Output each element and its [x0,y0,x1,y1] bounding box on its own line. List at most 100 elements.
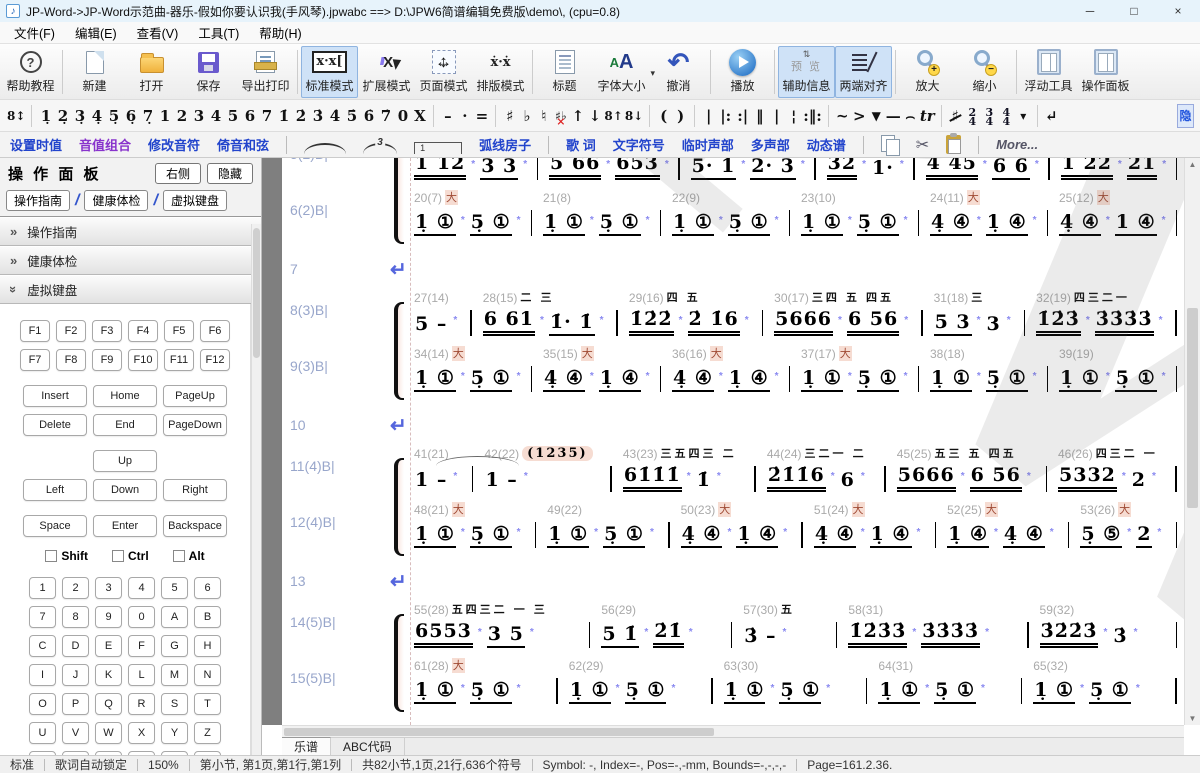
key-f2[interactable]: F2 [56,320,86,342]
key-left[interactable]: Left [23,479,87,501]
dashed-barline-tool[interactable]: ¦ [785,105,802,127]
scroll-down-arrow[interactable]: ▼ [1185,714,1200,723]
key-f4[interactable]: F4 [128,320,158,342]
key-z[interactable]: Z [194,722,221,744]
note-high-6[interactable]: 6̇ [360,105,377,127]
checkbox-alt[interactable]: Alt [173,549,205,563]
note-1[interactable]: 1 [156,105,173,127]
octave8-down-tool[interactable]: 8↓ [624,105,644,127]
key-8[interactable]: 8 [62,606,89,628]
measure[interactable]: 20(7)大1̣ ①*5̣ ①* [410,190,524,236]
paste-icon[interactable] [946,135,961,154]
menu-item-2[interactable]: 查看(V) [127,21,189,44]
dot-tool[interactable]: · [456,105,473,127]
key-1[interactable]: 1 [29,577,56,599]
tenuto-tool[interactable]: — [885,105,902,127]
measure[interactable]: 30(17)三四 五 四五5666*6 56* [770,290,914,336]
toolbar-button-print[interactable]: 导出打印 [237,46,294,98]
measure[interactable]: 61(28)大1̣ ①*5̣ ①* [410,658,549,704]
time-dropdown[interactable]: ▾ [1015,105,1032,127]
key-h[interactable]: H [194,635,221,657]
key-r[interactable]: R [128,693,155,715]
measure[interactable]: 65(32)1̣ ①*5̣ ①* [1029,658,1168,704]
key-insert[interactable]: Insert [23,385,87,407]
key-f6[interactable]: F6 [200,320,230,342]
key-a[interactable]: A [161,606,188,628]
clear-accidental-tool[interactable]: ♯♭× [552,105,569,127]
note-high-2[interactable]: 2̇ [292,105,309,127]
note-4[interactable]: 4 [207,105,224,127]
measure[interactable]: 29(16)四 五1̇2̇2̇*2̇ 1̇6* [625,290,755,336]
paren-open-tool[interactable]: ( [655,105,672,127]
measure[interactable]: 32(19)四三二一1̇2̇3̇*3̇3̇3̇3̇* [1032,290,1168,336]
measure[interactable]: 57(30)五3̇ –* [739,602,829,648]
toolbar-button-mode-extend[interactable]: ///X扩展模式 [358,46,415,98]
score-vertical-scrollbar[interactable]: ▲ ▼ [1184,158,1200,725]
key-f[interactable]: F [128,635,155,657]
note-high-7[interactable]: 7̇ [377,105,394,127]
key-up[interactable]: Up [93,450,157,472]
key-w[interactable]: W [95,722,122,744]
more-button[interactable]: More... [996,137,1038,152]
key-f8[interactable]: F8 [56,349,86,371]
key-s[interactable]: S [161,693,188,715]
checkbox-ctrl[interactable]: Ctrl [112,549,149,563]
note-low-1[interactable]: 1̣ [37,105,54,127]
checkbox-shift[interactable]: Shift [45,549,88,563]
toolbar-button-float-tools[interactable]: 浮动工具 [1020,46,1077,98]
key-2[interactable]: 2 [62,577,89,599]
key-o[interactable]: O [29,693,56,715]
volta-bracket-icon[interactable]: 1 [414,142,462,154]
close-button[interactable]: × [1156,0,1200,22]
toolbar-button-save[interactable]: 保存 [180,46,237,98]
note-2[interactable]: 2 [173,105,190,127]
measure[interactable]: 51(24)大4̣ ④*1̣ ④* [810,502,928,548]
mordent-tool[interactable]: ~ [834,105,851,127]
note-low-5[interactable]: 5̣ [105,105,122,127]
menu-item-0[interactable]: 文件(F) [4,21,65,44]
measure[interactable]: 1 12*3 3* [410,158,530,180]
view-tab-1[interactable]: ABC代码 [331,738,405,755]
key-down[interactable]: Down [93,479,157,501]
key-6[interactable]: 6 [194,577,221,599]
note-7[interactable]: 7 [258,105,275,127]
key-f1[interactable]: F1 [20,320,50,342]
toolbar-button-title[interactable]: 标题 [536,46,593,98]
key-enter[interactable]: Enter [93,515,157,537]
accordion-section-1[interactable]: »健康体检 [0,246,261,275]
line-break-tool[interactable]: ↵ [1043,105,1060,127]
toolbar-button-mode-standard[interactable]: x·x[标准模式 [301,46,358,98]
menu-item-1[interactable]: 编辑(E) [65,21,127,44]
flat-tool[interactable]: ♭ [518,105,535,127]
lyrics-button[interactable]: 歌 词 [566,135,596,154]
repeat-end-tool[interactable]: :| [734,105,751,127]
key-right[interactable]: Right [163,479,227,501]
maximize-button[interactable]: □ [1112,0,1156,22]
key-pagedown[interactable]: PageDown [163,414,227,436]
panel-tab-2[interactable]: 虚拟键盘 [163,190,227,211]
key-5[interactable]: 5 [161,577,188,599]
key-p[interactable]: P [62,693,89,715]
note-low-3[interactable]: 3̣ [71,105,88,127]
accordion-section-0[interactable]: »操作指南 [0,217,261,246]
measure[interactable]: 23(10)1̣ ①*5̣ ①* [797,190,911,236]
modify-note-button[interactable]: 修改音符 [148,135,200,154]
slur-icon[interactable] [304,143,346,154]
measure[interactable]: 38(18)1̣ ①*5̣ ①* [926,346,1040,392]
hide-toolbar-button[interactable]: 隐 [1177,104,1194,128]
key-l[interactable]: L [128,664,155,686]
menu-item-4[interactable]: 帮助(H) [249,21,311,44]
key-f10[interactable]: F10 [128,349,158,371]
key-delete[interactable]: Delete [23,414,87,436]
key-3[interactable]: 3 [95,577,122,599]
measure[interactable]: 42(22)(1235)1 –* [480,446,603,492]
measure[interactable]: 28(15)二 三6 61*1̇· 1̇* [479,290,610,336]
natural-tool[interactable]: ♮ [535,105,552,127]
note-5[interactable]: 5 [224,105,241,127]
measure[interactable]: 21(8)1̣ ①*5̣ ①* [539,190,653,236]
sharp-tool[interactable]: ♯ [501,105,518,127]
key-f5[interactable]: F5 [164,320,194,342]
key-space[interactable]: Space [23,515,87,537]
measure[interactable]: 53(26)大5̣ ⑤*2* [1076,502,1168,548]
key-signature-tool[interactable]: ♯ [947,105,964,127]
